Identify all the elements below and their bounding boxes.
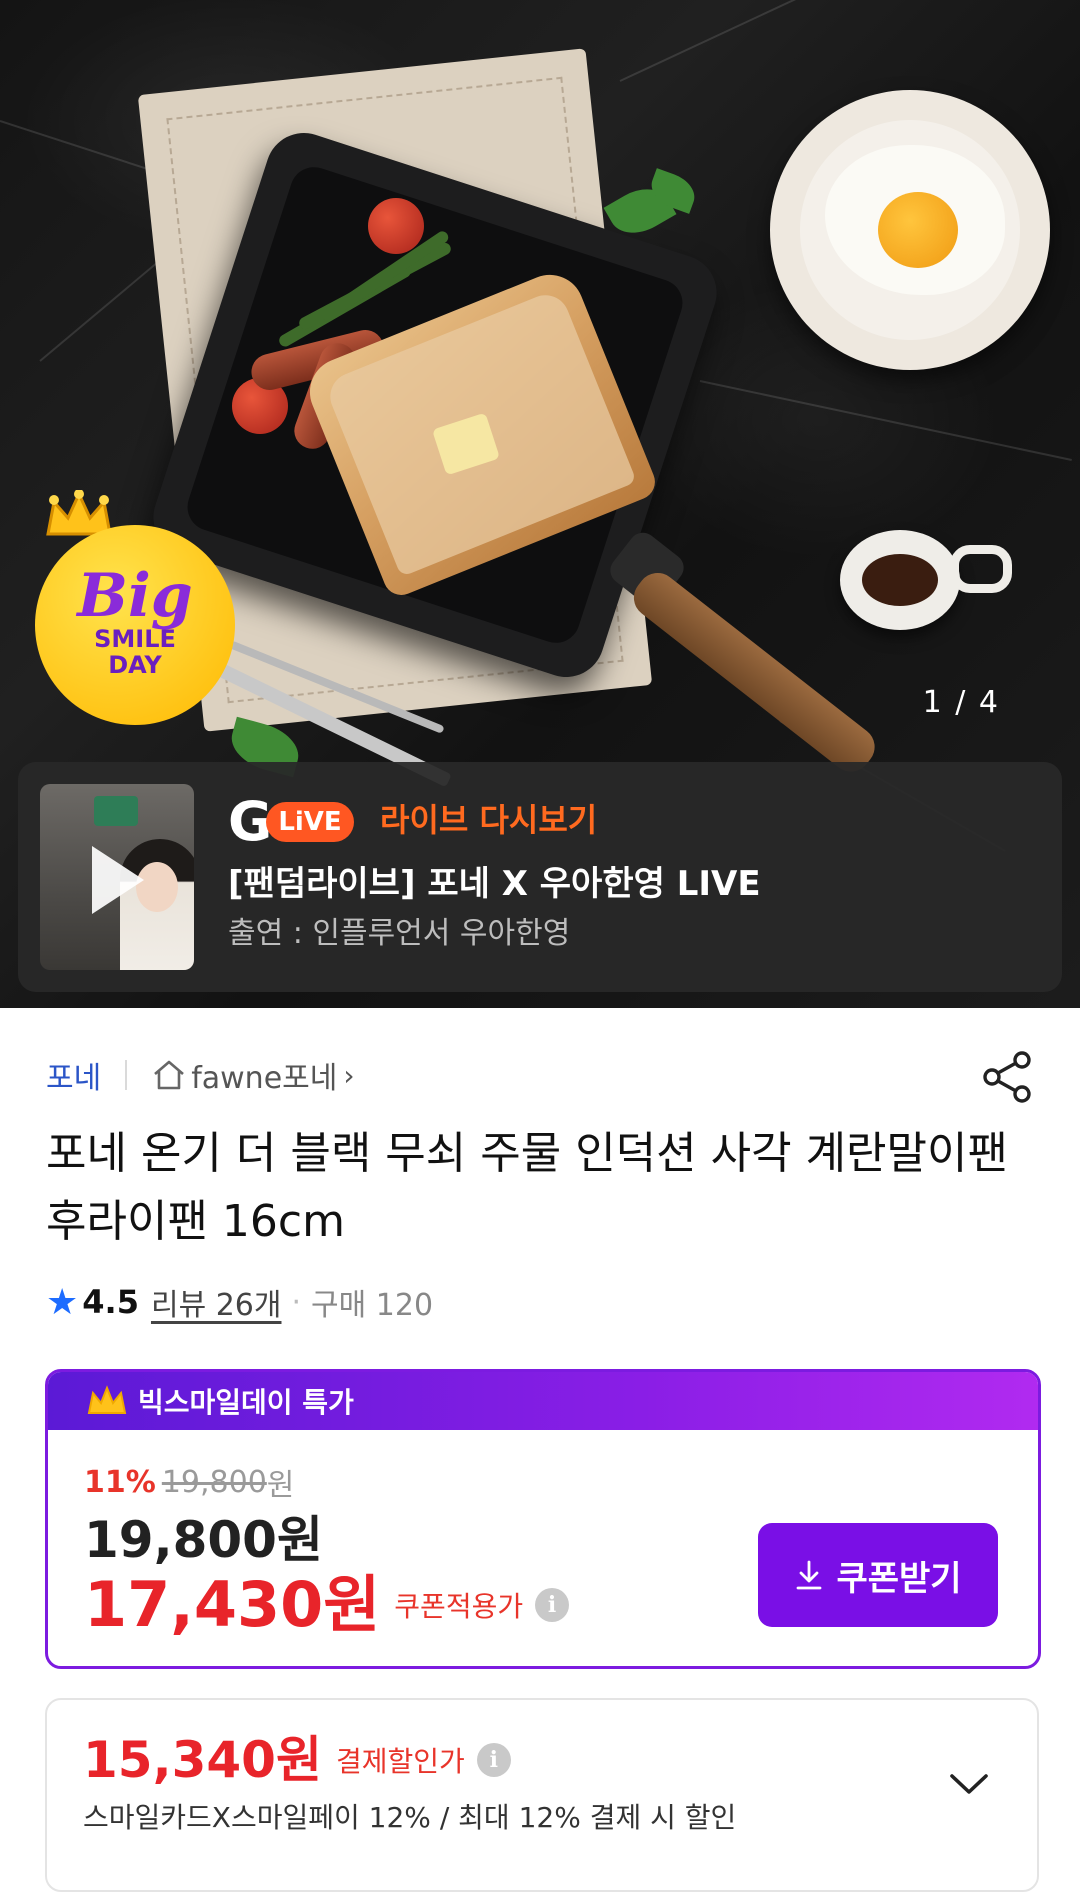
coupon-price-row: 17,430원 쿠폰적용가 i <box>84 1568 570 1642</box>
sauce-cup <box>840 530 960 630</box>
product-image-carousel[interactable]: Big SMILE DAY 1 / 4 G LiVE 라이브 다시보기 [팬덤라… <box>0 0 1080 1008</box>
rating-row: ★ 4.5 리뷰 26개 · 구매 120 <box>46 1280 433 1324</box>
brand-link[interactable]: 포네 <box>46 1053 101 1097</box>
star-icon: ★ <box>46 1281 79 1323</box>
brand-row: 포네 fawne포네 › <box>46 1053 355 1097</box>
badge-smile-text: SMILE <box>94 625 176 653</box>
payment-price-row: 15,340원 결제할인가 i <box>83 1730 511 1790</box>
download-icon <box>797 1560 822 1590</box>
chevron-down-icon[interactable] <box>947 1770 991 1798</box>
shop-name: fawne포네 <box>191 1061 338 1096</box>
cherry-tomato <box>368 198 424 254</box>
coupon-price-label: 쿠폰적용가 <box>394 1590 524 1623</box>
discount-row: 11% 19,800 원 <box>84 1460 294 1504</box>
deal-header: 빅스마일데이 특가 <box>48 1372 1038 1430</box>
deal-header-label: 빅스마일데이 특가 <box>138 1386 354 1419</box>
purchase-count: 구매 120 <box>311 1288 434 1323</box>
payment-discount-price: 15,340원 <box>83 1731 322 1789</box>
big-smile-day-deal-box: 빅스마일데이 특가 11% 19,800 원 19,800원 17,430원 쿠… <box>45 1369 1041 1669</box>
crown-icon <box>87 1385 127 1414</box>
live-replay-banner[interactable]: G LiVE 라이브 다시보기 [팬덤라이브] 포네 X 우아한영 LIVE 출… <box>18 762 1062 992</box>
shop-link[interactable]: fawne포네 › <box>151 1053 355 1097</box>
badge-day-text: DAY <box>108 651 162 679</box>
info-icon[interactable]: i <box>535 1588 570 1622</box>
share-icon[interactable] <box>982 1050 1034 1104</box>
marble-vein <box>619 0 802 82</box>
g-live-logo: G LiVE <box>228 795 354 849</box>
rating-score: 4.5 <box>82 1283 139 1321</box>
big-smile-day-badge: Big SMILE DAY <box>35 525 235 725</box>
info-icon[interactable]: i <box>476 1743 511 1777</box>
original-price: 19,800 <box>161 1464 267 1500</box>
divider <box>125 1060 128 1090</box>
payment-discount-box[interactable]: 15,340원 결제할인가 i 스마일카드X스마일페이 12% / 최대 12%… <box>45 1698 1039 1892</box>
product-title: 포네 온기 더 블랙 무쇠 주물 인덕션 사각 계란말이팬 후라이팬 16cm <box>46 1128 1008 1247</box>
discount-percent: 11% <box>84 1464 156 1500</box>
play-icon[interactable] <box>92 846 144 914</box>
live-thumbnail[interactable] <box>40 784 194 970</box>
sale-price: 19,800원 <box>84 1511 323 1569</box>
get-coupon-label: 쿠폰받기 <box>836 1558 962 1599</box>
coupon-price: 17,430원 <box>84 1568 381 1641</box>
badge-big-text: Big <box>77 561 193 631</box>
get-coupon-button[interactable]: 쿠폰받기 <box>758 1523 998 1627</box>
live-replay-label: 라이브 다시보기 <box>380 801 598 839</box>
marble-vein <box>699 380 1072 461</box>
live-subtitle: 출연 : 인플루언서 우아한영 <box>228 916 571 951</box>
original-price-unit: 원 <box>266 1468 295 1503</box>
payment-discount-label: 결제할인가 <box>335 1745 465 1778</box>
live-logo-pill: LiVE <box>266 802 354 842</box>
live-title: [팬덤라이브] 포네 X 우아한영 LIVE <box>228 864 761 904</box>
payment-discount-description: 스마일카드X스마일페이 12% / 최대 12% 결제 시 할인 <box>83 1801 737 1834</box>
egg-yolk <box>878 192 958 268</box>
image-pager: 1 / 4 <box>922 685 1000 720</box>
separator-dot: · <box>291 1284 302 1320</box>
review-count-link[interactable]: 리뷰 26개 <box>151 1280 282 1324</box>
home-icon <box>154 1060 185 1090</box>
chevron-right-icon: › <box>343 1058 355 1092</box>
sauce-cup-handle <box>950 545 1012 593</box>
